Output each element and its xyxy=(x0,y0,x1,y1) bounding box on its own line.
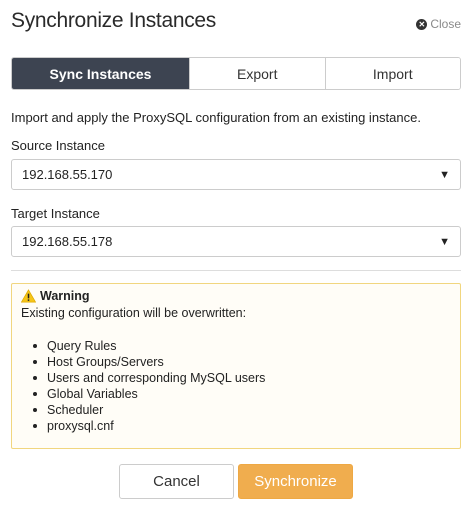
tab-import[interactable]: Import xyxy=(324,58,460,89)
target-instance-label: Target Instance xyxy=(11,206,100,221)
source-instance-value: 192.168.55.170 xyxy=(22,167,113,182)
cancel-button[interactable]: Cancel xyxy=(119,464,234,499)
close-label: Close xyxy=(430,17,461,31)
source-instance-label: Source Instance xyxy=(11,138,105,153)
description-text: Import and apply the ProxySQL configurat… xyxy=(11,110,421,125)
warning-text: Existing configuration will be overwritt… xyxy=(21,306,247,320)
tab-export[interactable]: Export xyxy=(189,58,325,89)
list-item: Host Groups/Servers xyxy=(33,354,451,370)
warning-box: Warning Existing configuration will be o… xyxy=(11,283,461,449)
synchronize-button[interactable]: Synchronize xyxy=(238,464,353,499)
chevron-down-icon: ▼ xyxy=(439,236,450,248)
list-item: Users and corresponding MySQL users xyxy=(33,370,451,386)
list-item: Global Variables xyxy=(33,386,451,402)
warning-icon xyxy=(21,289,36,303)
warning-list: Query Rules Host Groups/Servers Users an… xyxy=(21,338,451,434)
source-instance-select[interactable]: 192.168.55.170 ▼ xyxy=(11,159,461,190)
target-instance-value: 192.168.55.178 xyxy=(22,234,113,249)
list-item: Scheduler xyxy=(33,402,451,418)
target-instance-select[interactable]: 192.168.55.178 ▼ xyxy=(11,226,461,257)
dialog-title: Synchronize Instances xyxy=(11,9,216,32)
warning-title: Warning xyxy=(40,289,90,303)
tab-sync-instances[interactable]: Sync Instances xyxy=(12,58,189,89)
close-icon: ✕ xyxy=(416,18,428,30)
list-item: Query Rules xyxy=(33,338,451,354)
close-button[interactable]: ✕ Close xyxy=(416,17,461,31)
tab-bar: Sync Instances Export Import xyxy=(11,57,461,90)
list-item: proxysql.cnf xyxy=(33,418,451,434)
warning-header: Warning xyxy=(21,289,451,303)
chevron-down-icon: ▼ xyxy=(439,169,450,181)
divider xyxy=(11,270,461,271)
